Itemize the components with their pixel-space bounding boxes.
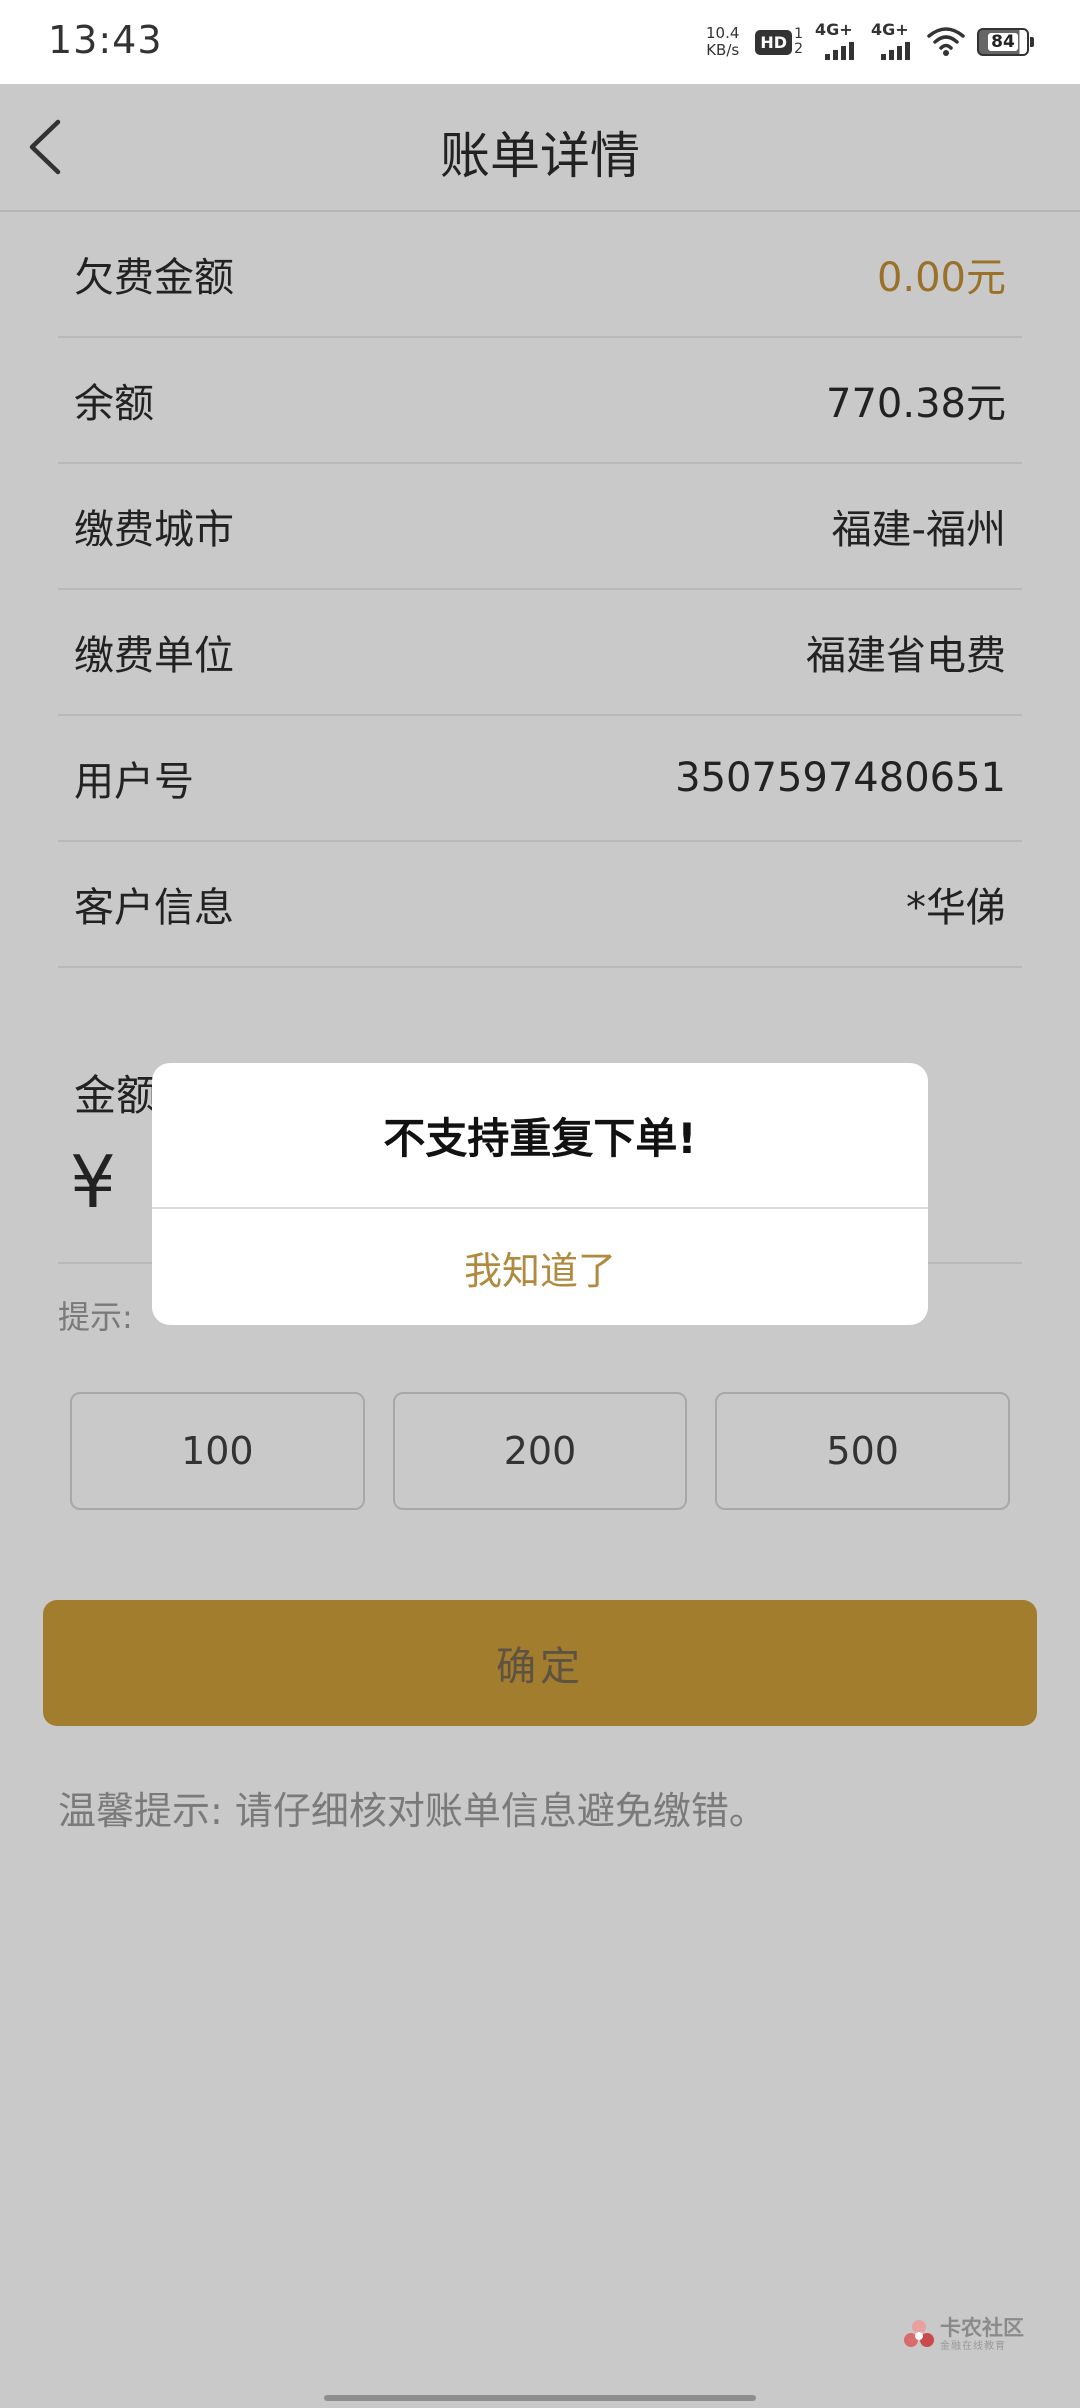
quick-amount-button[interactable]: 100 — [70, 1392, 365, 1510]
currency-symbol: ¥ — [70, 1140, 116, 1224]
info-row-value: 0.00元 — [876, 255, 1006, 301]
info-row-customer: 客户信息 *华俤 — [58, 842, 1022, 968]
info-row-payee: 缴费单位 福建省电费 — [58, 590, 1022, 716]
info-row-label: 缴费城市 — [74, 507, 234, 553]
quick-amount-options: 100 200 500 — [70, 1392, 1011, 1510]
quick-amount-button[interactable]: 500 — [715, 1392, 1011, 1510]
network-speed-unit: KB/s — [706, 41, 740, 59]
battery-level: 84 — [988, 33, 1018, 51]
battery-tip — [1030, 37, 1034, 47]
signal-sim2-icon: 4G+ — [871, 20, 915, 64]
alert-dialog: 不支持重复下单! 我知道了 — [152, 1063, 928, 1325]
nav-bar: 账单详情 — [0, 84, 1080, 212]
info-row-value: *华俤 — [906, 885, 1006, 931]
battery-icon: 84 — [977, 28, 1034, 56]
info-row-label: 欠费金额 — [74, 255, 234, 301]
watermark: 卡农社区 金融在线教育 — [902, 2318, 1024, 2352]
info-row-label: 客户信息 — [74, 885, 234, 931]
hd-label: HD — [755, 29, 793, 55]
watermark-text: 卡农社区 金融在线教育 — [940, 2318, 1024, 2352]
info-row-value: 福建省电费 — [806, 633, 1006, 679]
confirm-button[interactable]: 确定 — [43, 1600, 1037, 1726]
signal-sim1-icon: 4G+ — [815, 20, 859, 64]
signal-sim2-label: 4G+ — [871, 20, 909, 39]
bill-info-list: 欠费金额 0.00元 余额 770.38元 缴费城市 福建-福州 缴费单位 福建… — [58, 212, 1022, 968]
info-row-value: 福建-福州 — [831, 507, 1006, 553]
status-bar: 13:43 10.4 KB/s HD 1 2 4G+ 4G+ 84 — [0, 0, 1080, 84]
info-row-account: 用户号 3507597480651 — [58, 716, 1022, 842]
watermark-main: 卡农社区 — [940, 2316, 1024, 2340]
info-row-value: 770.38元 — [826, 381, 1006, 427]
page-title: 账单详情 — [440, 127, 640, 185]
dialog-message: 不支持重复下单! — [152, 1063, 928, 1209]
warm-tip: 温馨提示: 请仔细核对账单信息避免缴错。 — [58, 1789, 767, 1833]
signal-sim1-label: 4G+ — [815, 20, 853, 39]
info-row-label: 缴费单位 — [74, 633, 234, 679]
info-row-arrears: 欠费金额 0.00元 — [58, 212, 1022, 338]
status-time: 13:43 — [48, 18, 163, 62]
signal-sim2-bars — [881, 42, 910, 60]
network-speed: 10.4 KB/s — [706, 25, 739, 59]
hd-sim-indicator: 1 2 — [794, 27, 803, 57]
hd-sub-top: 1 — [794, 26, 803, 42]
dialog-acknowledge-button[interactable]: 我知道了 — [152, 1209, 928, 1325]
quick-amount-button[interactable]: 200 — [392, 1392, 688, 1510]
hd-sub-bottom: 2 — [794, 41, 803, 57]
amount-label: 金额 — [74, 1071, 159, 1120]
watermark-logo-icon — [904, 2320, 934, 2347]
network-speed-value: 10.4 — [706, 24, 740, 42]
home-indicator[interactable] — [324, 2395, 756, 2401]
info-row-balance: 余额 770.38元 — [58, 338, 1022, 464]
battery-body: 84 — [977, 28, 1029, 56]
info-row-value: 3507597480651 — [675, 755, 1006, 801]
signal-sim1-bars — [825, 42, 854, 60]
amount-hint: 提示: — [58, 1298, 133, 1336]
status-icons: 10.4 KB/s HD 1 2 4G+ 4G+ 84 — [706, 20, 1034, 64]
hd-voice-icon: HD 1 2 — [755, 27, 803, 57]
watermark-sub: 金融在线教育 — [940, 2341, 1006, 2352]
info-row-label: 用户号 — [74, 759, 194, 805]
wifi-icon — [927, 26, 965, 58]
info-row-city: 缴费城市 福建-福州 — [58, 464, 1022, 590]
info-row-label: 余额 — [74, 381, 154, 427]
